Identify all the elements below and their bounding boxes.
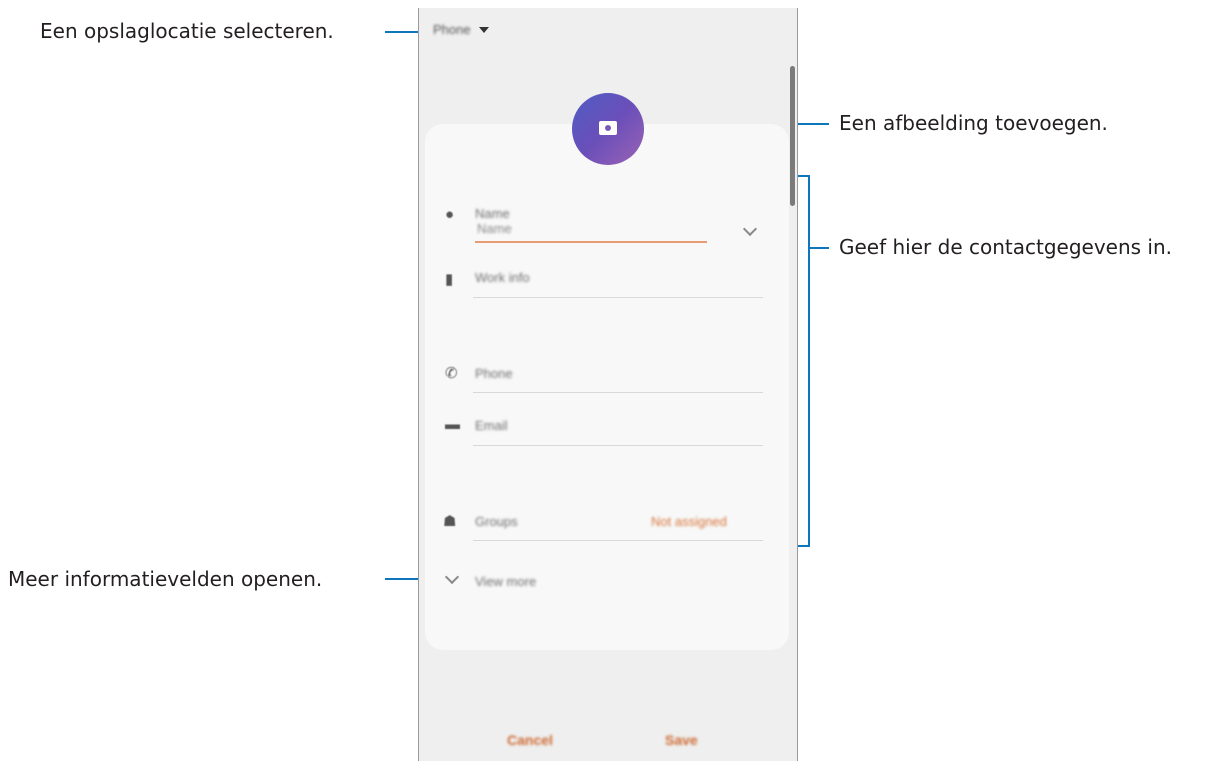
phone-field[interactable]: Phone	[475, 366, 513, 381]
add-image-button[interactable]	[572, 93, 644, 165]
work-icon: ▮	[445, 271, 454, 288]
name-input[interactable]: Name	[477, 221, 512, 236]
save-button[interactable]: Save	[665, 732, 698, 748]
leader-line-details	[810, 247, 829, 249]
callout-image: Een afbeelding toevoegen.	[839, 111, 1108, 135]
callout-details: Geef hier de contactgegevens in.	[839, 235, 1173, 259]
phone-screen: Phone ● Name Name ▮ Work info ✆ Phone ▬ …	[418, 8, 798, 761]
email-field[interactable]: Email	[475, 418, 508, 433]
storage-location-label: Phone	[433, 22, 471, 37]
work-info-field[interactable]: Work info	[475, 270, 530, 285]
name-header: Name	[475, 206, 510, 221]
groups-field[interactable]: Groups	[475, 514, 518, 529]
work-info-underline	[473, 297, 763, 298]
email-underline	[473, 445, 763, 446]
email-icon: ▬	[445, 416, 460, 433]
person-icon: ●	[445, 206, 455, 223]
callout-more: Meer informatievelden openen.	[8, 567, 323, 591]
contact-form-card	[425, 124, 789, 650]
view-more-button[interactable]: View more	[475, 574, 536, 589]
phone-icon: ✆	[445, 365, 458, 382]
storage-location-selector[interactable]: Phone	[433, 22, 489, 37]
camera-icon	[599, 121, 617, 135]
callout-storage: Een opslaglocatie selecteren.	[40, 19, 334, 43]
groups-icon: ☗	[443, 513, 457, 530]
bracket-vertical	[808, 175, 810, 547]
name-input-underline	[475, 241, 707, 243]
groups-underline	[473, 540, 763, 541]
dropdown-caret-icon	[478, 26, 489, 33]
phone-underline	[473, 392, 763, 393]
scrollbar[interactable]	[790, 66, 795, 206]
cancel-button[interactable]: Cancel	[507, 732, 553, 748]
groups-value[interactable]: Not assigned	[651, 514, 727, 529]
